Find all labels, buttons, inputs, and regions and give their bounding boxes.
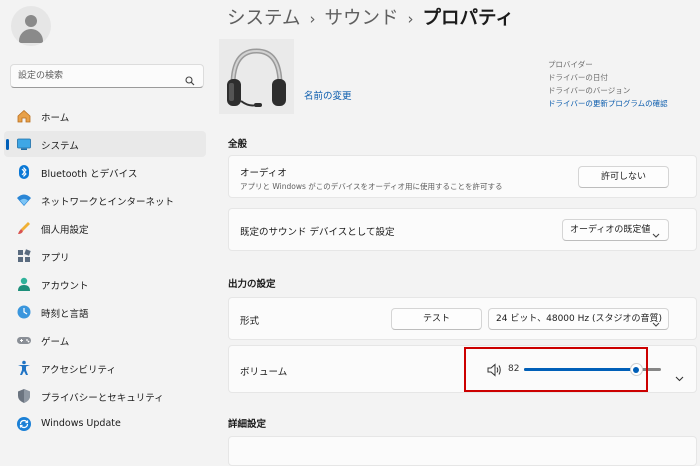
section-advanced: 詳細設定 <box>228 419 267 430</box>
sidebar-item-time-language[interactable]: 時刻と言語 <box>4 299 206 325</box>
section-output: 出力の設定 <box>228 279 276 290</box>
chevron-down-icon[interactable] <box>675 367 684 386</box>
sidebar-item-label: Bluetooth とデバイス <box>41 169 138 180</box>
user-avatar[interactable] <box>11 6 51 46</box>
disallow-button[interactable]: 許可しない <box>578 166 669 188</box>
sidebar-item-label: Windows Update <box>41 418 121 429</box>
account-icon <box>16 276 32 292</box>
gaming-icon <box>16 332 32 348</box>
rename-link[interactable]: 名前の変更 <box>304 88 352 102</box>
sidebar-item-gaming[interactable]: ゲーム <box>4 327 206 353</box>
avatar-body <box>19 29 43 43</box>
network-icon <box>16 192 32 208</box>
sidebar-item-privacy[interactable]: プライバシーとセキュリティ <box>4 383 206 409</box>
sidebar-item-label: システム <box>41 141 79 152</box>
avatar-head <box>25 15 37 27</box>
search-icon[interactable] <box>185 71 195 90</box>
headset-icon <box>227 48 286 107</box>
section-general: 全般 <box>228 139 248 150</box>
default-device-card: 既定のサウンド デバイスとして設定 オーディオの既定値 <box>228 208 697 251</box>
sidebar-item-windows-update[interactable]: Windows Update <box>4 411 206 437</box>
sidebar: ホーム システム Bluetooth とデバイス ネットワークとインターネット … <box>0 0 215 450</box>
breadcrumb-separator: › <box>407 10 414 28</box>
system-icon <box>16 136 32 152</box>
driver-date-label: ドライバーの日付 <box>548 73 608 82</box>
sidebar-item-account[interactable]: アカウント <box>4 271 206 297</box>
apps-icon <box>16 248 32 264</box>
audio-description: アプリと Windows がこのデバイスをオーディオ用に使用することを許可する <box>240 182 503 191</box>
sidebar-item-label: ホーム <box>41 113 70 124</box>
advanced-card <box>228 436 697 466</box>
privacy-shield-icon <box>16 388 32 404</box>
sidebar-item-label: ゲーム <box>41 337 70 348</box>
audio-card: オーディオ アプリと Windows がこのデバイスをオーディオ用に使用すること… <box>228 155 697 198</box>
device-image <box>219 39 294 114</box>
breadcrumb: システム › サウンド › プロパティ <box>227 4 514 30</box>
chevron-down-icon <box>652 316 660 336</box>
chevron-down-icon <box>652 227 660 247</box>
sidebar-item-apps[interactable]: アプリ <box>4 243 206 269</box>
sidebar-item-personalization[interactable]: 個人用設定 <box>4 215 206 241</box>
sidebar-item-home[interactable]: ホーム <box>4 103 206 129</box>
device-properties: プロバイダー ドライバーの日付 ドライバーのバージョン ドライバーの更新プログラ… <box>548 58 668 110</box>
test-button[interactable]: テスト <box>391 308 482 330</box>
provider-label: プロバイダー <box>548 60 593 69</box>
sidebar-item-label: アクセシビリティ <box>41 365 116 376</box>
breadcrumb-sound[interactable]: サウンド <box>324 4 398 30</box>
driver-version-label: ドライバーのバージョン <box>548 86 631 95</box>
sidebar-item-accessibility[interactable]: アクセシビリティ <box>4 355 206 381</box>
sidebar-item-label: 時刻と言語 <box>41 309 89 320</box>
bluetooth-icon <box>16 164 32 180</box>
windows-update-icon <box>16 416 32 432</box>
format-title: 形式 <box>240 316 260 327</box>
default-device-value: オーディオの既定値 <box>570 225 651 235</box>
page-title: プロパティ <box>422 8 514 29</box>
sidebar-item-label: アプリ <box>41 253 70 264</box>
home-icon <box>16 108 32 124</box>
selection-indicator <box>6 139 9 150</box>
sidebar-item-label: プライバシーとセキュリティ <box>41 393 164 404</box>
format-dropdown[interactable]: 24 ビット、48000 Hz (スタジオの音質) <box>488 308 669 330</box>
audio-title: オーディオ <box>240 168 287 179</box>
format-value: 24 ビット、48000 Hz (スタジオの音質) <box>496 314 662 324</box>
personalization-icon <box>16 220 32 236</box>
accessibility-icon <box>16 360 32 376</box>
format-card: 形式 テスト 24 ビット、48000 Hz (スタジオの音質) <box>228 297 697 340</box>
search-box[interactable] <box>10 64 204 88</box>
time-language-icon <box>16 304 32 320</box>
sidebar-item-label: ネットワークとインターネット <box>41 197 175 208</box>
sidebar-item-network[interactable]: ネットワークとインターネット <box>4 187 206 213</box>
volume-highlight-box <box>464 347 648 392</box>
sidebar-item-label: アカウント <box>41 281 89 292</box>
breadcrumb-separator: › <box>309 10 316 28</box>
sidebar-item-bluetooth[interactable]: Bluetooth とデバイス <box>4 159 206 185</box>
default-device-dropdown[interactable]: オーディオの既定値 <box>562 219 669 241</box>
default-device-title: 既定のサウンド デバイスとして設定 <box>240 227 395 238</box>
breadcrumb-system[interactable]: システム <box>227 4 300 30</box>
search-input[interactable] <box>18 68 178 84</box>
volume-title: ボリューム <box>240 367 288 378</box>
driver-update-link[interactable]: ドライバーの更新プログラムの確認 <box>548 97 668 110</box>
sidebar-item-system[interactable]: システム <box>4 131 206 157</box>
sidebar-item-label: 個人用設定 <box>41 225 89 236</box>
